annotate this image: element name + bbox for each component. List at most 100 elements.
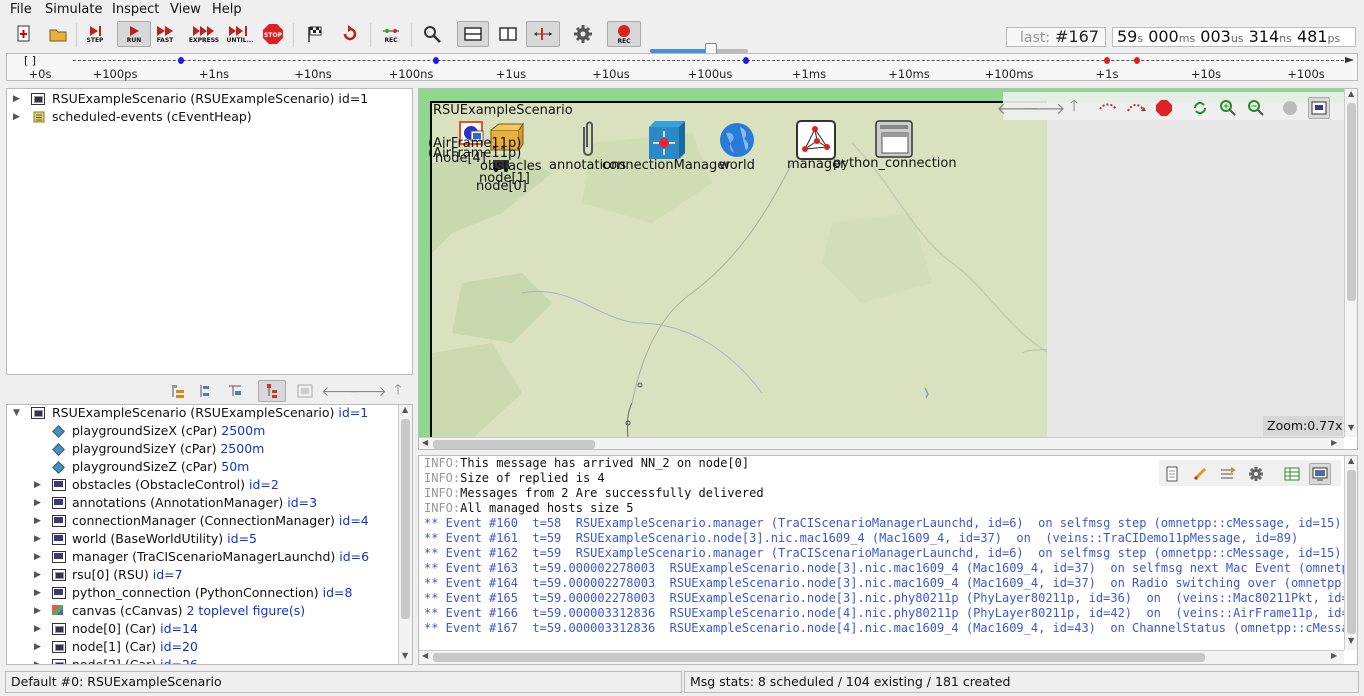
menu-inspect[interactable]: Inspect <box>112 2 159 17</box>
stop-button[interactable]: STOP <box>258 21 288 47</box>
menu-view[interactable]: View <box>170 2 201 17</box>
python-connection-module[interactable]: python_connection <box>833 119 957 171</box>
tree-item[interactable]: playgroundSizeZ (cPar) 50m <box>7 458 397 476</box>
inspector-scrollbar[interactable]: ▲ ▼ <box>398 405 412 664</box>
expand-arrow-icon[interactable]: ▶ <box>34 476 41 494</box>
run-button[interactable]: RUN <box>117 21 151 47</box>
expand-arrow-icon[interactable]: ▶ <box>34 584 41 602</box>
log-event-line[interactable]: ** Event #163 t=59.000002278003 RSUExamp… <box>424 561 1349 576</box>
log-mode-button[interactable] <box>1309 463 1331 485</box>
log-info-line[interactable]: INFO:This message has arrived NN_2 on no… <box>424 456 749 471</box>
log-settings-button[interactable] <box>1245 463 1267 485</box>
tree-item[interactable]: ▶ node[2] (Car) id=26 <box>7 656 397 664</box>
forward-button[interactable]: 🡒 <box>1023 97 1066 119</box>
log-event-line[interactable]: ** Event #160 t=58 RSUExampleScenario.ma… <box>424 516 1342 531</box>
zoom-in-button[interactable] <box>1217 97 1239 119</box>
tree-item[interactable]: ▶ manager (TraCIScenarioManagerLaunchd) i… <box>7 548 397 566</box>
log-info-line[interactable]: INFO:Messages from 2 Are successfully de… <box>424 486 764 501</box>
timeline-event-marker[interactable] <box>1134 57 1140 64</box>
tree-item[interactable]: ▶ python_connection (PythonConnection) id… <box>7 584 397 602</box>
world-module[interactable]: world <box>718 121 756 173</box>
mode-inheritance-button[interactable] <box>223 380 247 402</box>
tree-item-scheduled-events[interactable]: ▶ scheduled-events (cEventHeap) <box>7 108 412 126</box>
event-recording-button[interactable]: REC <box>376 21 406 47</box>
canvas-hscrollbar[interactable]: ◀ ▶ <box>419 437 1344 449</box>
log-info-line[interactable]: INFO:All managed hosts size 5 <box>424 501 634 516</box>
tree-item[interactable]: ▶ world (BaseWorldUtility) id=5 <box>7 530 397 548</box>
log-event-line[interactable]: ** Event #161 t=59 RSUExampleScenario.no… <box>424 531 1298 546</box>
finish-button[interactable] <box>300 21 330 47</box>
log-event-line[interactable]: ** Event #167 t=59.000003312836 RSUExamp… <box>424 621 1349 636</box>
log-event-line[interactable]: ** Event #166 t=59.000003312836 RSUExamp… <box>424 606 1349 621</box>
expand-arrow-icon[interactable]: ▶ <box>34 494 41 512</box>
connection-manager-module[interactable]: connectionManager <box>602 119 731 173</box>
filter-button[interactable] <box>1189 463 1211 485</box>
tree-item-network[interactable]: ▶ RSUExampleScenario (RSUExampleScenario… <box>7 90 412 108</box>
run-until-button[interactable]: UNTIL... <box>224 21 256 47</box>
scrollbar-thumb[interactable] <box>433 440 595 449</box>
scrollbar-thumb[interactable] <box>401 419 410 619</box>
collapse-arrow-icon[interactable]: ▼ <box>13 405 20 422</box>
preferences-button[interactable] <box>568 21 598 47</box>
message-filter-button[interactable] <box>1217 463 1239 485</box>
menu-simulate[interactable]: Simulate <box>45 2 102 17</box>
expand-arrow-icon[interactable]: ▶ <box>34 656 41 664</box>
tree-item-root[interactable]: ▼ RSUExampleScenario (RSUExampleScenario… <box>7 405 397 422</box>
log-hscrollbar[interactable]: ◀ ▶ <box>419 650 1344 664</box>
tree-item[interactable]: playgroundSizeY (cPar) 2500m <box>7 440 397 458</box>
layout-horizontal-button[interactable] <box>457 21 489 47</box>
timeline-event-marker[interactable] <box>433 57 439 64</box>
find-button[interactable] <box>417 21 447 47</box>
canvas-vscrollbar[interactable]: ▲ ▼ <box>1344 89 1357 437</box>
relayout-button[interactable] <box>1125 97 1147 119</box>
log-event-line[interactable]: ** Event #164 t=59.000002278003 RSUExamp… <box>424 576 1342 591</box>
scrollbar-thumb[interactable] <box>1347 470 1356 634</box>
rebuild-button[interactable] <box>335 21 365 47</box>
log-info-line[interactable]: INFO:Size of replied is 4 <box>424 471 605 486</box>
event-timeline[interactable]: [ ] +0s +100ps +1ns +10ns +100ns +1us +1… <box>6 53 1358 81</box>
scrollbar-thumb[interactable] <box>433 653 1205 662</box>
refresh-button[interactable] <box>1189 97 1211 119</box>
inspect-toplevel-button[interactable] <box>293 380 317 402</box>
expand-arrow-icon[interactable]: ▶ <box>34 548 41 566</box>
animation-toggle-button[interactable] <box>1279 97 1301 119</box>
open-file-button[interactable] <box>43 21 73 47</box>
log-event-line[interactable]: ** Event #162 t=59 RSUExampleScenario.ma… <box>424 546 1342 561</box>
mode-flat-button[interactable] <box>193 380 217 402</box>
network-canvas[interactable]: RSUExampleScenario (AirFrame11p) (AirFra… <box>418 88 1358 450</box>
express-button[interactable]: EXPRESS <box>188 21 220 47</box>
parent-button[interactable]: 🡑 <box>386 380 410 402</box>
tree-item[interactable]: ▶ rsu[0] (RSU) id=7 <box>7 566 397 584</box>
menu-help[interactable]: Help <box>212 2 242 17</box>
new-network-button[interactable] <box>9 21 39 47</box>
fast-button[interactable]: FAST <box>150 21 180 47</box>
log-viewer[interactable]: INFO:This message has arrived NN_2 on no… <box>418 455 1358 665</box>
expand-arrow-icon[interactable]: ▶ <box>13 90 20 108</box>
tree-item[interactable]: playgroundSizeX (cPar) 2500m <box>7 422 397 440</box>
expand-arrow-icon[interactable]: ▶ <box>34 638 41 656</box>
tree-item[interactable]: ▶ node[0] (Car) id=14 <box>7 620 397 638</box>
parent-button[interactable]: 🡑 <box>1063 96 1085 119</box>
expand-arrow-icon[interactable]: ▶ <box>34 530 41 548</box>
timeline-event-marker[interactable] <box>743 57 749 64</box>
stop-layout-button[interactable] <box>1153 97 1175 119</box>
tree-item[interactable]: ▶ node[1] (Car) id=20 <box>7 638 397 656</box>
log-event-line[interactable]: ** Event #165 t=59.000002278003 RSUExamp… <box>424 591 1349 606</box>
mode-children-button[interactable] <box>258 380 286 402</box>
mode-grouped-button[interactable] <box>166 380 190 402</box>
forward-button[interactable]: 🡒 <box>349 380 387 402</box>
expand-arrow-icon[interactable]: ▶ <box>34 512 41 530</box>
expand-arrow-icon[interactable]: ▶ <box>34 620 41 638</box>
tree-item[interactable]: ▶ canvas (cCanvas) 2 toplevel figure(s) <box>7 602 397 620</box>
tree-item[interactable]: ▶ obstacles (ObstacleControl) id=2 <box>7 476 397 494</box>
expand-arrow-icon[interactable]: ▶ <box>13 108 20 126</box>
expand-arrow-icon[interactable]: ▶ <box>34 566 41 584</box>
show-module-button[interactable] <box>1308 97 1330 119</box>
menu-file[interactable]: File <box>10 2 32 17</box>
tree-item[interactable]: ▶ annotations (AnnotationManager) id=3 <box>7 494 397 512</box>
timeline-event-marker[interactable] <box>1104 57 1110 64</box>
expand-arrow-icon[interactable]: ▶ <box>34 602 41 620</box>
scrollbar-thumb[interactable] <box>1347 103 1356 301</box>
tree-item[interactable]: ▶ connectionManager (ConnectionManager) i… <box>7 512 397 530</box>
video-record-button[interactable]: REC <box>607 21 641 47</box>
